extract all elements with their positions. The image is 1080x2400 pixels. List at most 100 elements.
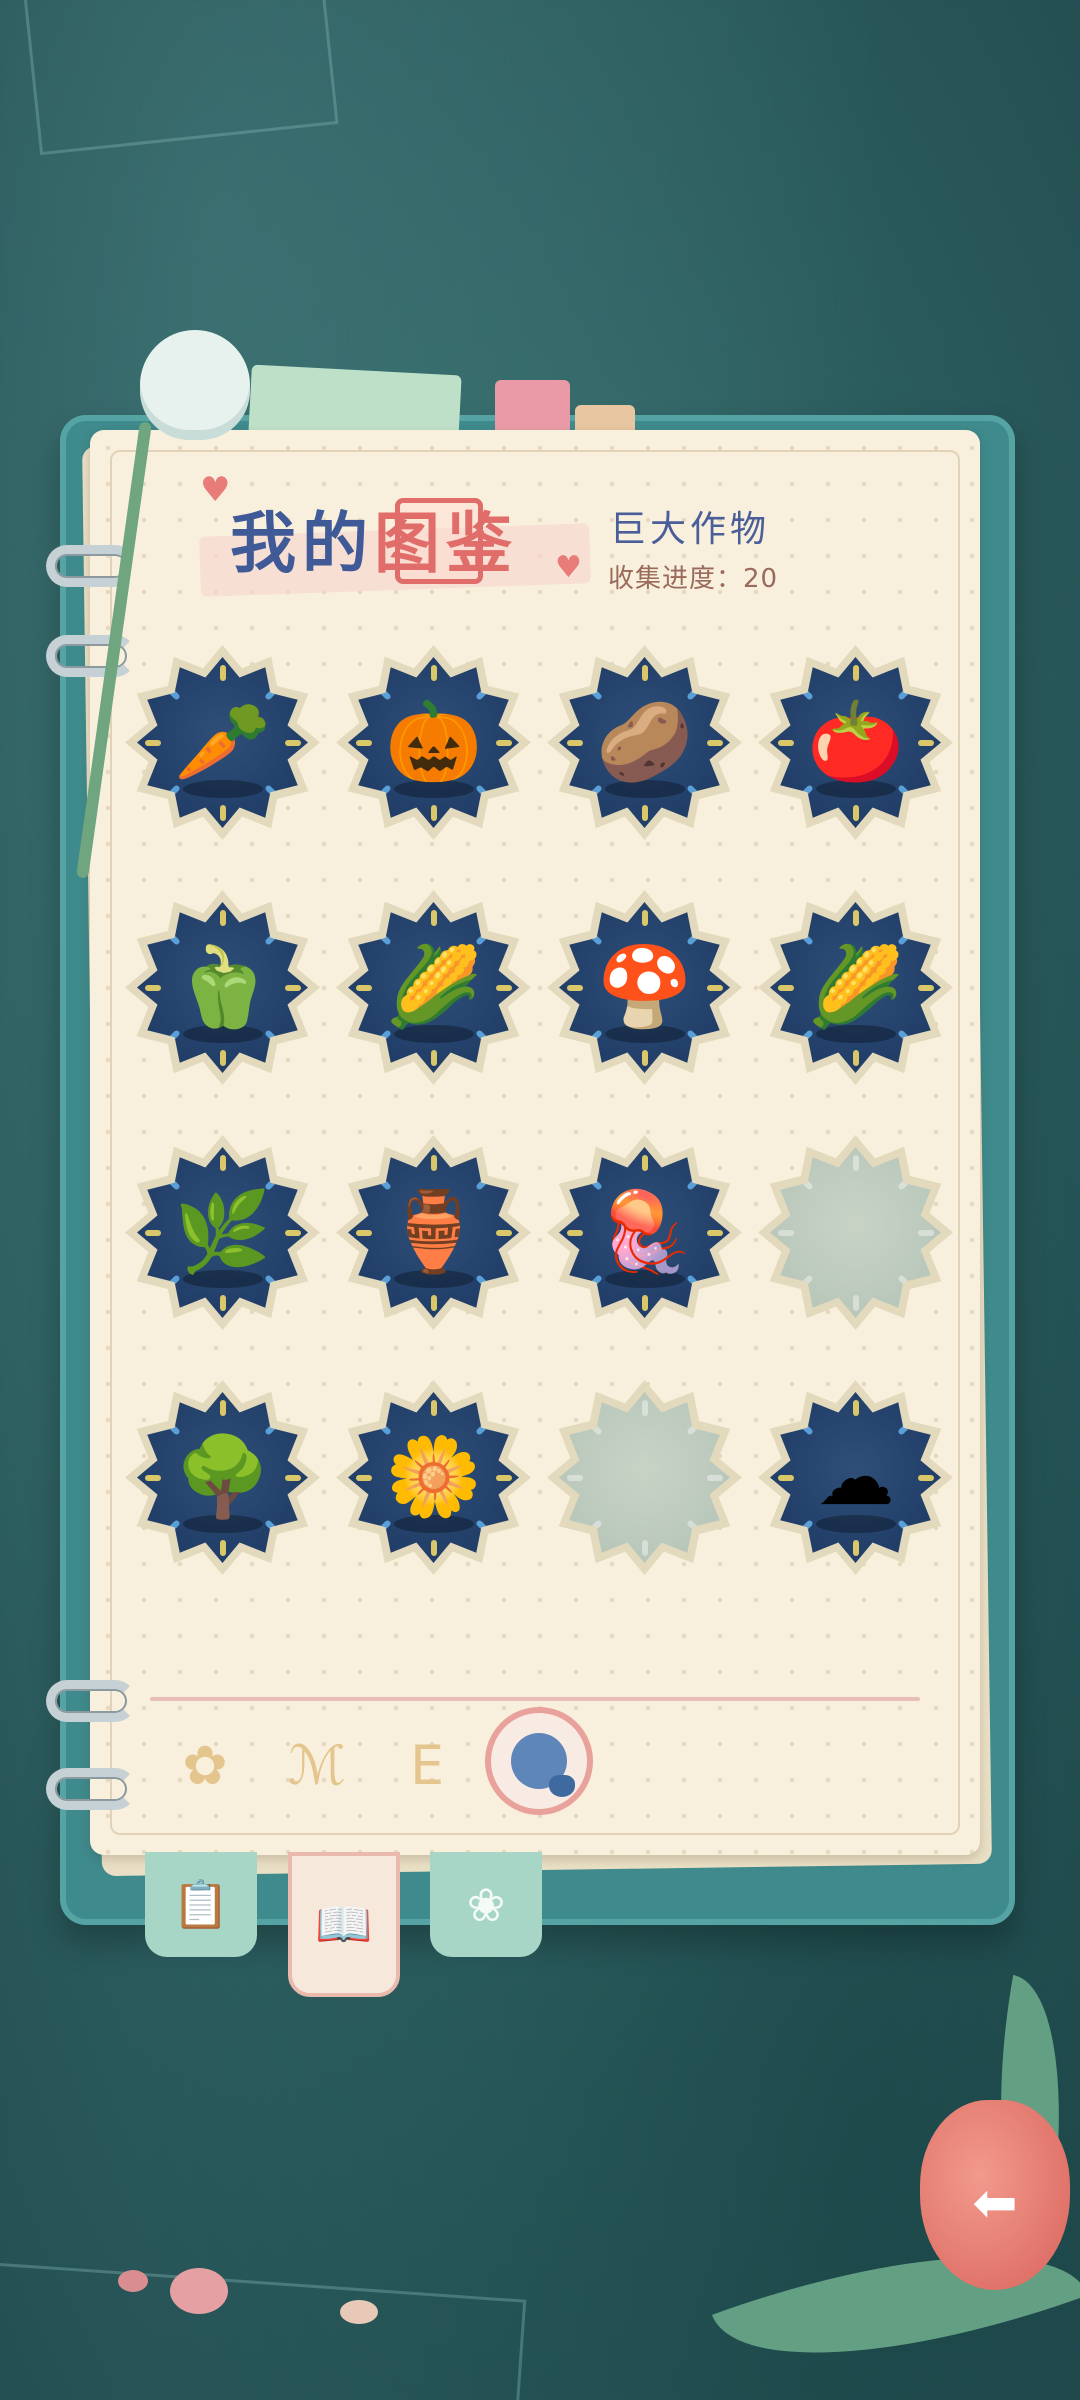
badge-background: 🌽	[770, 902, 941, 1073]
pebble-decoration	[340, 2300, 378, 2324]
background-frame-line	[0, 2260, 527, 2400]
glowing-mushroom-icon: 🍄	[595, 942, 694, 1032]
badge-tick	[641, 1154, 648, 1171]
badge-tick	[355, 1474, 372, 1481]
badge-background: 🌽	[348, 902, 519, 1073]
progress-label: 收集进度：	[608, 564, 744, 594]
jellyfish-plant-icon: 🪼	[595, 1187, 694, 1277]
badge-tick	[219, 1539, 226, 1556]
badge-tick	[917, 984, 934, 991]
badge-tick	[852, 1399, 859, 1416]
flower-category-glyph: ✿	[182, 1733, 228, 1797]
book-tab-icon: 📖	[315, 1897, 373, 1951]
collection-slot[interactable]: 🫑	[115, 880, 326, 1125]
badge-background: ☁	[770, 1392, 941, 1563]
badge-tick	[852, 1539, 859, 1556]
book-tab[interactable]: 📖	[288, 1852, 400, 1997]
badge-tick	[852, 804, 859, 821]
badge-tick	[219, 804, 226, 821]
badge-tick	[284, 739, 301, 746]
badge-tick	[777, 1474, 794, 1481]
flower-tab[interactable]: ❀	[430, 1852, 542, 1957]
rainbow-corn-icon: 🌽	[806, 942, 905, 1032]
pebble-decoration	[118, 2270, 148, 2292]
page-title: 我的图鉴 ♥ ♥	[199, 470, 600, 610]
badge-tick	[777, 984, 794, 991]
notes-tab[interactable]: 📋	[145, 1852, 257, 1957]
badge-tick	[852, 1049, 859, 1066]
cloud-bud-icon: ☁	[816, 1432, 895, 1523]
giant-crop-category-icon[interactable]	[485, 1707, 593, 1815]
badge-tick	[566, 739, 583, 746]
badge-background: 🎃	[348, 657, 519, 828]
badge-tick	[641, 1049, 648, 1066]
badge-tick	[706, 739, 723, 746]
collection-slot[interactable]: 🌳	[115, 1370, 326, 1615]
collection-slot[interactable]: 🎃	[326, 635, 537, 880]
collection-slot[interactable]: 🌼	[326, 1370, 537, 1615]
collection-slot[interactable]: ☁	[748, 1370, 959, 1615]
badge-tick	[430, 664, 437, 681]
badge-tick	[219, 1294, 226, 1311]
pumpkin-icon: 🎃	[384, 697, 483, 787]
badge-background: 🥕	[137, 657, 308, 828]
badge-tick	[144, 739, 161, 746]
badge-tick	[219, 1399, 226, 1416]
badge-tick	[641, 1539, 648, 1556]
heart-icon: ♥	[555, 550, 582, 585]
badge-background: 🌼	[348, 1392, 519, 1563]
collection-slot[interactable]: 🪼	[537, 1125, 748, 1370]
tomato-icon: 🍅	[806, 697, 905, 787]
badge-background: 🪼	[559, 1147, 730, 1318]
collection-slot[interactable]: 🌿	[115, 1125, 326, 1370]
collection-slot[interactable]: 🌽	[326, 880, 537, 1125]
twisted-tree-icon: 🌿	[173, 1187, 272, 1277]
badge-tick	[777, 1229, 794, 1236]
badge-background: 🥔	[559, 657, 730, 828]
badge-tick	[852, 1294, 859, 1311]
tree-category-icon[interactable]: ℳ	[282, 1730, 352, 1800]
flower-category-icon[interactable]: ✿	[170, 1730, 240, 1800]
badge-tick	[917, 1229, 934, 1236]
badge-tick	[495, 984, 512, 991]
spiral-ring	[46, 1680, 136, 1722]
progress-value: 20	[743, 564, 779, 594]
badge-tick	[706, 984, 723, 991]
badge-tick	[355, 739, 372, 746]
badge-tick	[641, 804, 648, 821]
bamboo-shoot-icon: 🌽	[384, 942, 483, 1032]
badge-tick	[641, 1399, 648, 1416]
badge-tick	[144, 1229, 161, 1236]
back-arrow-icon[interactable]: ⬅	[950, 2171, 1040, 2234]
badge-tick	[917, 1474, 934, 1481]
badge-tick	[430, 1154, 437, 1171]
flower-tab-icon: ❀	[466, 1877, 506, 1932]
badge-background: 🏺	[348, 1147, 519, 1318]
giant-crop-glyph	[511, 1733, 575, 1797]
collection-slot[interactable]: 🍄	[537, 880, 748, 1125]
locked-badge	[770, 1147, 941, 1318]
purple-gourd-icon: 🏺	[384, 1187, 483, 1277]
badge-background: 🍅	[770, 657, 941, 828]
badge-background: 🍄	[559, 902, 730, 1073]
badge-tick	[430, 909, 437, 926]
page-divider	[150, 1697, 920, 1701]
title-prefix: 我的	[230, 504, 374, 582]
golden-tree-icon: 🌳	[173, 1432, 272, 1522]
badge-tick	[430, 1294, 437, 1311]
collection-slot[interactable]: 🥔	[537, 635, 748, 880]
badge-tick	[430, 1049, 437, 1066]
badge-tick	[219, 909, 226, 926]
badge-tick	[284, 984, 301, 991]
carrot-icon: 🥕	[173, 697, 272, 787]
badge-tick	[355, 1229, 372, 1236]
collection-slot[interactable]	[748, 1125, 959, 1370]
badge-tick	[566, 984, 583, 991]
collection-slot[interactable]: 🍅	[748, 635, 959, 880]
collection-slot[interactable]	[537, 1370, 748, 1615]
glowing-flower-icon: 🌼	[384, 1432, 483, 1522]
collection-slot[interactable]: 🏺	[326, 1125, 537, 1370]
sprout-category-icon[interactable]: ⴹ	[392, 1730, 462, 1800]
collection-slot[interactable]: 🌽	[748, 880, 959, 1125]
collection-slot[interactable]: 🥕	[115, 635, 326, 880]
